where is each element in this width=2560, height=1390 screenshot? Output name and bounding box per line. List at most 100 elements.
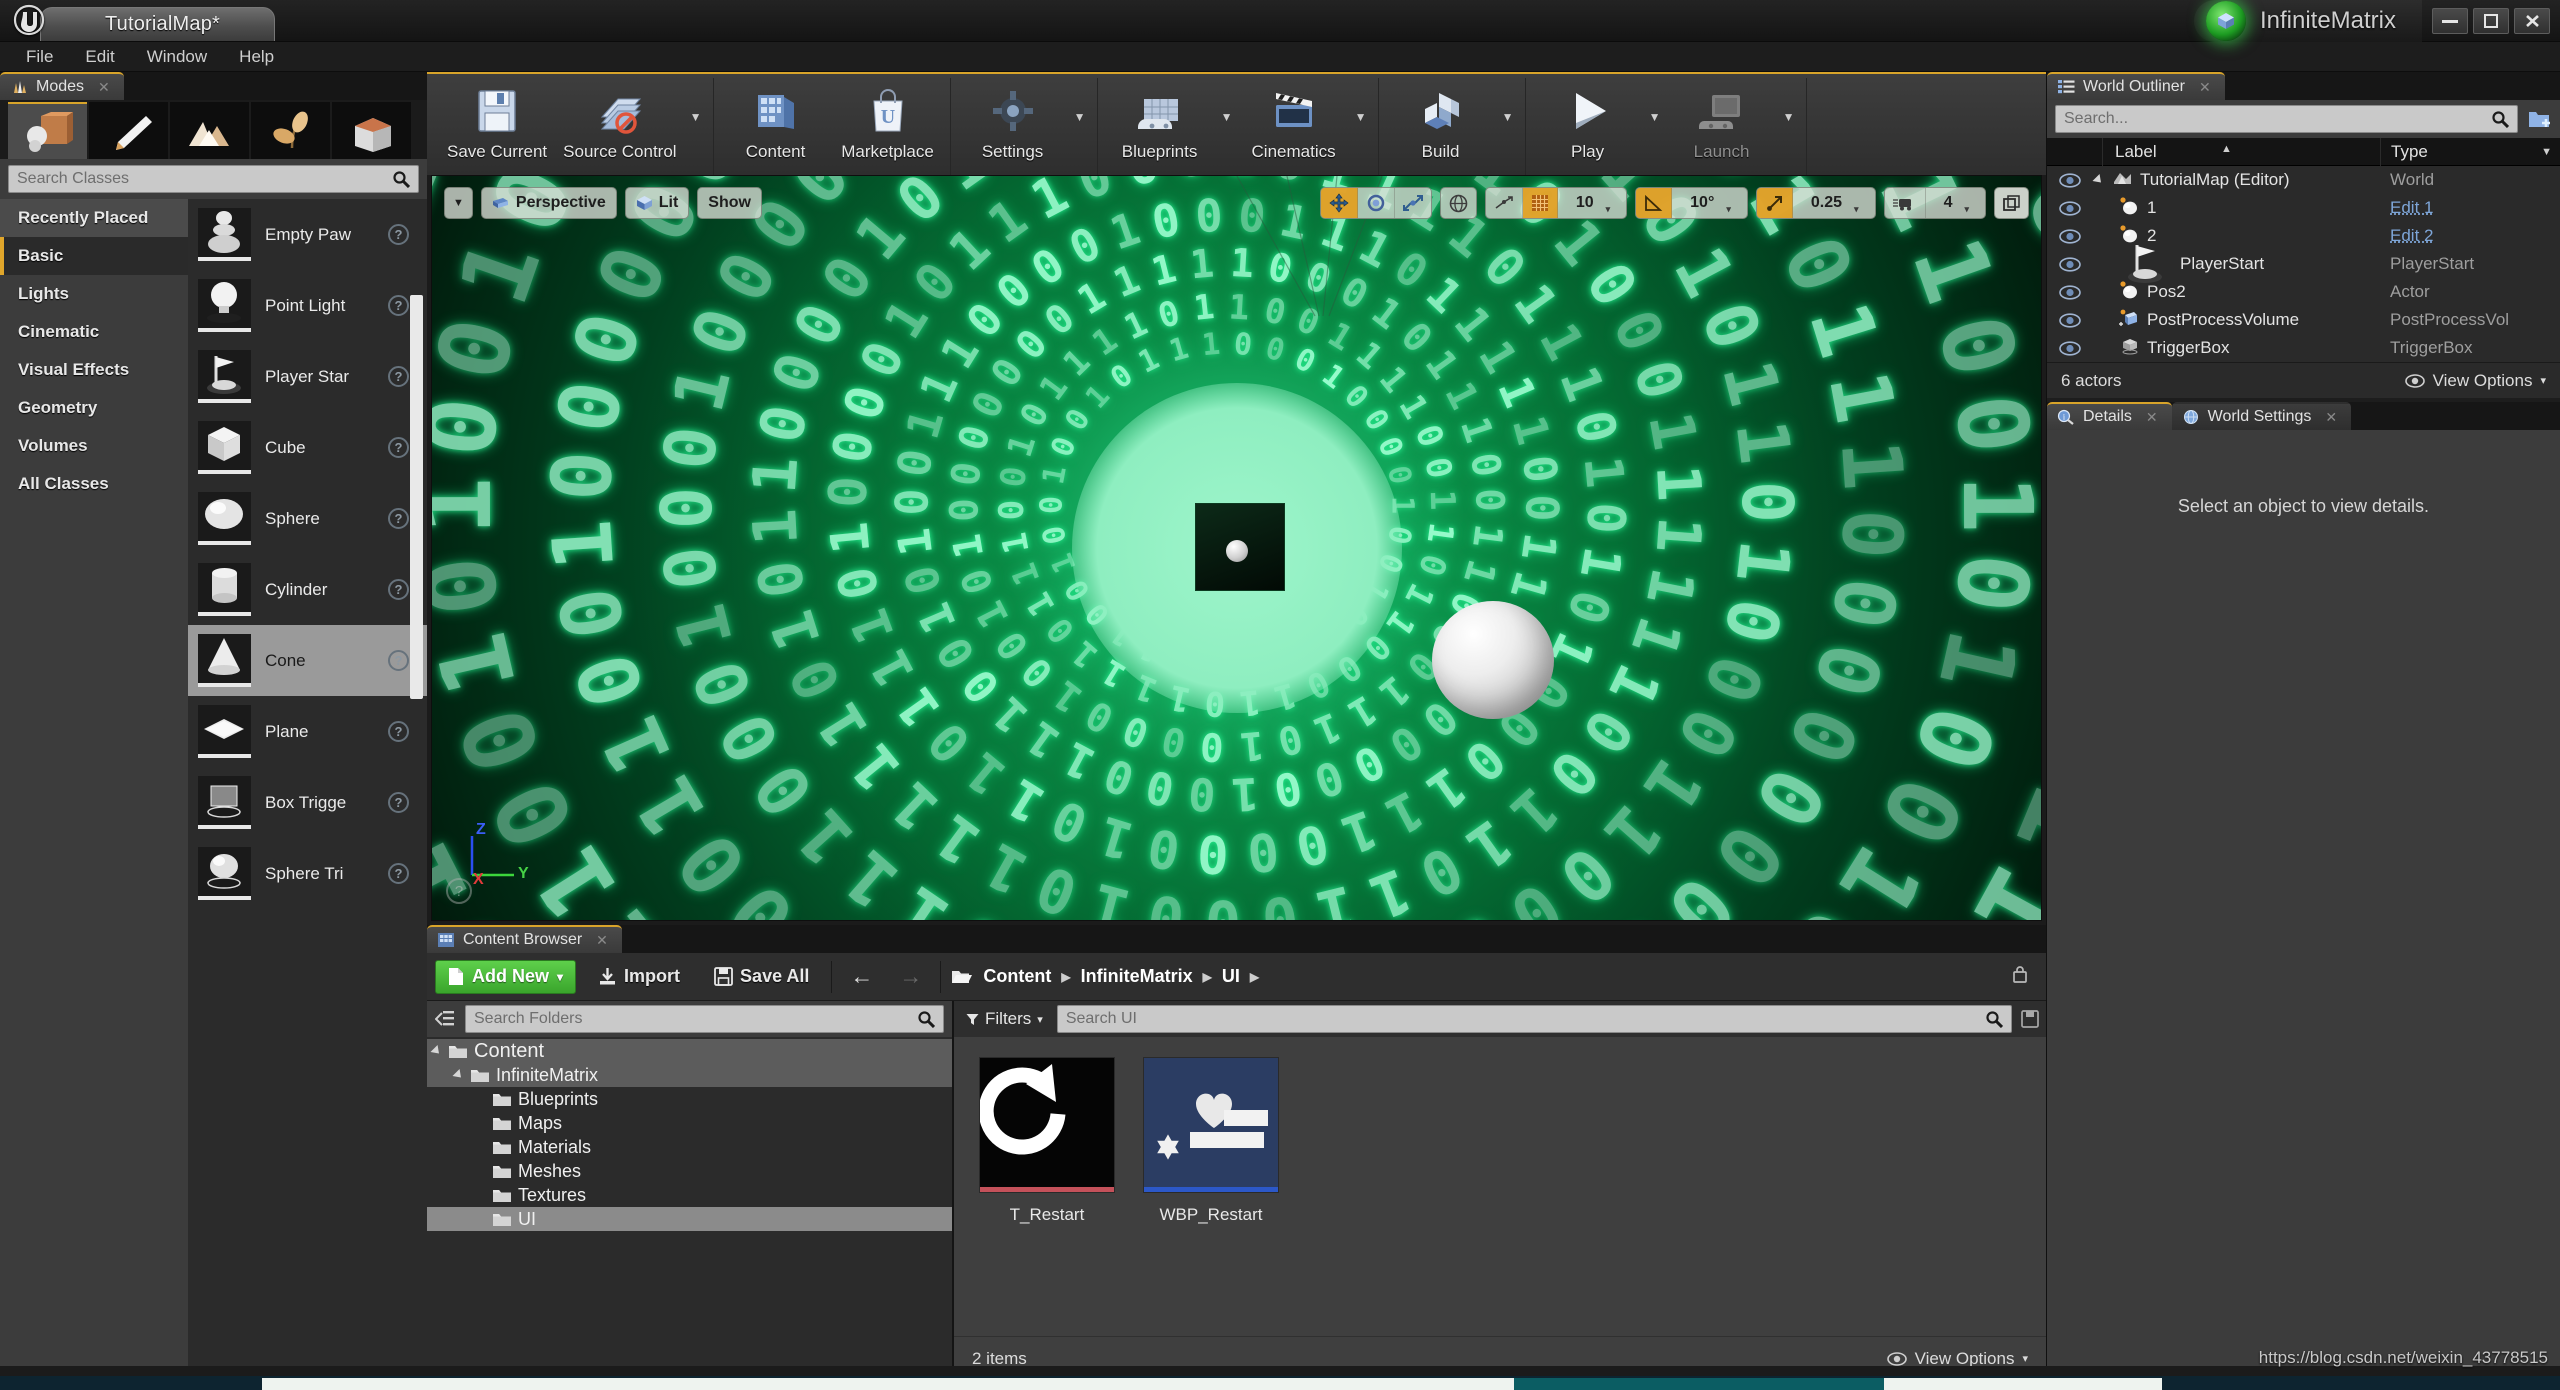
chevron-down-icon[interactable]: ▼ bbox=[1069, 78, 1091, 175]
asset-wbp_restart[interactable]: WBP_Restart bbox=[1142, 1057, 1280, 1225]
help-icon[interactable]: ? bbox=[388, 650, 409, 671]
breadcrumb-item-infinitematrix[interactable]: InfiniteMatrix bbox=[1081, 966, 1193, 987]
visibility-eye-icon[interactable] bbox=[2047, 285, 2093, 300]
close-icon[interactable]: ✕ bbox=[2146, 409, 2158, 426]
add-folder-icon[interactable] bbox=[2526, 108, 2552, 130]
perspective-button[interactable]: Perspective bbox=[482, 187, 616, 219]
label-column-header[interactable]: Label ▲ bbox=[2103, 142, 2380, 162]
asset-thumbnail[interactable] bbox=[1143, 1057, 1279, 1193]
help-icon[interactable]: ? bbox=[388, 295, 409, 316]
breadcrumb-item-content[interactable]: Content bbox=[983, 966, 1051, 987]
category-all-classes[interactable]: All Classes bbox=[0, 465, 188, 503]
outliner-row[interactable]: TriggerBox TriggerBox bbox=[2047, 334, 2560, 362]
outliner-row[interactable]: PostProcessVolume PostProcessVol bbox=[2047, 306, 2560, 334]
nav-back-button[interactable]: ← bbox=[842, 963, 881, 990]
world-coordinate-button[interactable] bbox=[1441, 187, 1476, 219]
help-icon[interactable]: ? bbox=[388, 863, 409, 884]
toolbar-blueprints-button[interactable]: Blueprints bbox=[1104, 78, 1216, 175]
chevron-down-icon[interactable]: ▼ bbox=[1497, 78, 1519, 175]
save-search-icon[interactable] bbox=[2020, 1009, 2040, 1029]
visibility-eye-icon[interactable] bbox=[2047, 341, 2093, 356]
outliner-row[interactable]: 1 Edit 1 bbox=[2047, 194, 2560, 222]
horizontal-scrollbar[interactable] bbox=[0, 1366, 2560, 1376]
search-classes-box[interactable] bbox=[8, 165, 419, 193]
scale-snap-toggle[interactable] bbox=[1757, 187, 1793, 219]
menu-edit[interactable]: Edit bbox=[71, 44, 128, 70]
placeable-sphere-tri[interactable]: Sphere Tri? bbox=[188, 838, 427, 909]
asset-search-input[interactable] bbox=[1066, 1010, 1985, 1028]
tab-modes[interactable]: Modes ✕ bbox=[0, 72, 124, 100]
placeable-empty-paw[interactable]: Empty Paw? bbox=[188, 199, 427, 270]
help-icon[interactable]: ? bbox=[388, 721, 409, 742]
placeable-scrollbar[interactable] bbox=[410, 295, 423, 699]
chevron-down-icon[interactable]: ▼ bbox=[1216, 78, 1238, 175]
rotation-snap-toggle[interactable] bbox=[1636, 187, 1672, 219]
placeable-point-light[interactable]: Point Light? bbox=[188, 270, 427, 341]
folder-node-materials[interactable]: Materials bbox=[427, 1135, 952, 1159]
help-icon[interactable]: ? bbox=[388, 508, 409, 529]
help-icon[interactable]: ? bbox=[388, 437, 409, 458]
toolbar-play-button[interactable]: Play bbox=[1532, 78, 1644, 175]
outliner-view-options-button[interactable]: View Options ▾ bbox=[2405, 371, 2546, 391]
close-icon[interactable]: ✕ bbox=[98, 79, 110, 96]
placeable-plane[interactable]: Plane? bbox=[188, 696, 427, 767]
placeable-cylinder[interactable]: Cylinder? bbox=[188, 554, 427, 625]
chevron-down-icon[interactable]: ▼ bbox=[1644, 78, 1666, 175]
tab-world-outliner[interactable]: World Outliner ✕ bbox=[2047, 72, 2225, 100]
mode-landscape[interactable] bbox=[170, 102, 249, 159]
outliner-search-input[interactable] bbox=[2064, 110, 2491, 128]
chevron-down-icon[interactable]: ▼ bbox=[685, 78, 707, 175]
chevron-down-icon[interactable]: ▼ bbox=[1778, 78, 1800, 175]
toolbar-cinematics-button[interactable]: Cinematics bbox=[1238, 78, 1350, 175]
outliner-row-type[interactable]: Edit 2 bbox=[2380, 226, 2560, 246]
show-button[interactable]: Show bbox=[698, 187, 761, 219]
camera-speed-value[interactable]: 4 ▾ bbox=[1926, 187, 1985, 219]
mode-paint[interactable] bbox=[89, 102, 168, 159]
help-icon[interactable]: ? bbox=[388, 366, 409, 387]
level-viewport[interactable]: 1001010010111001001001011100010000101100… bbox=[431, 175, 2042, 921]
outliner-row[interactable]: Pos2 Actor bbox=[2047, 278, 2560, 306]
viewport-options-button[interactable]: ▼ bbox=[445, 187, 472, 219]
add-new-button[interactable]: Add New ▾ bbox=[435, 960, 576, 994]
minimize-button[interactable] bbox=[2432, 8, 2468, 34]
filters-button[interactable]: Filters ▾ bbox=[960, 1009, 1049, 1029]
level-tab[interactable]: TutorialMap* bbox=[40, 7, 275, 41]
asset-thumbnail[interactable] bbox=[979, 1057, 1115, 1193]
placeable-cone[interactable]: Cone? bbox=[188, 625, 427, 696]
asset-search-box[interactable] bbox=[1057, 1005, 2012, 1033]
rotate-tool[interactable] bbox=[1358, 187, 1395, 219]
mode-geometry[interactable] bbox=[332, 102, 411, 159]
category-geometry[interactable]: Geometry bbox=[0, 389, 188, 427]
expander-icon[interactable] bbox=[452, 1069, 464, 1081]
expander-icon[interactable] bbox=[2092, 174, 2104, 186]
outliner-row[interactable]: TutorialMap (Editor) World bbox=[2047, 166, 2560, 194]
translate-tool[interactable] bbox=[1321, 187, 1358, 219]
import-button[interactable]: Import bbox=[586, 960, 692, 994]
toolbar-source-control-button[interactable]: Source Control bbox=[555, 78, 684, 175]
expander-icon[interactable] bbox=[430, 1045, 442, 1057]
category-cinematic[interactable]: Cinematic bbox=[0, 313, 188, 351]
outliner-row-type[interactable]: Edit 1 bbox=[2380, 198, 2560, 218]
category-lights[interactable]: Lights bbox=[0, 275, 188, 313]
close-button[interactable] bbox=[2514, 8, 2550, 34]
grid-snap-toggle[interactable] bbox=[1523, 187, 1558, 219]
save-all-button[interactable]: Save All bbox=[702, 960, 821, 994]
menu-help[interactable]: Help bbox=[225, 44, 288, 70]
surface-snap-button[interactable] bbox=[1486, 187, 1523, 219]
close-icon[interactable]: ✕ bbox=[2325, 409, 2337, 426]
folder-search-input[interactable] bbox=[474, 1010, 917, 1028]
close-icon[interactable]: ✕ bbox=[2199, 79, 2211, 96]
close-icon[interactable]: ✕ bbox=[596, 932, 608, 949]
folder-node-maps[interactable]: Maps bbox=[427, 1111, 952, 1135]
camera-speed-button[interactable] bbox=[1885, 187, 1926, 219]
help-icon[interactable]: ? bbox=[388, 224, 409, 245]
outliner-search-box[interactable] bbox=[2055, 105, 2518, 133]
outliner-row[interactable]: PlayerStart PlayerStart bbox=[2047, 250, 2560, 278]
toolbar-build-button[interactable]: Build bbox=[1385, 78, 1497, 175]
toolbar-settings-button[interactable]: Settings bbox=[957, 78, 1069, 175]
tab-details[interactable]: i Details ✕ bbox=[2047, 402, 2172, 430]
tab-content-browser[interactable]: Content Browser ✕ bbox=[427, 925, 622, 953]
visibility-eye-icon[interactable] bbox=[2047, 313, 2093, 328]
lock-icon[interactable] bbox=[2010, 964, 2038, 989]
mode-place[interactable] bbox=[8, 102, 87, 159]
